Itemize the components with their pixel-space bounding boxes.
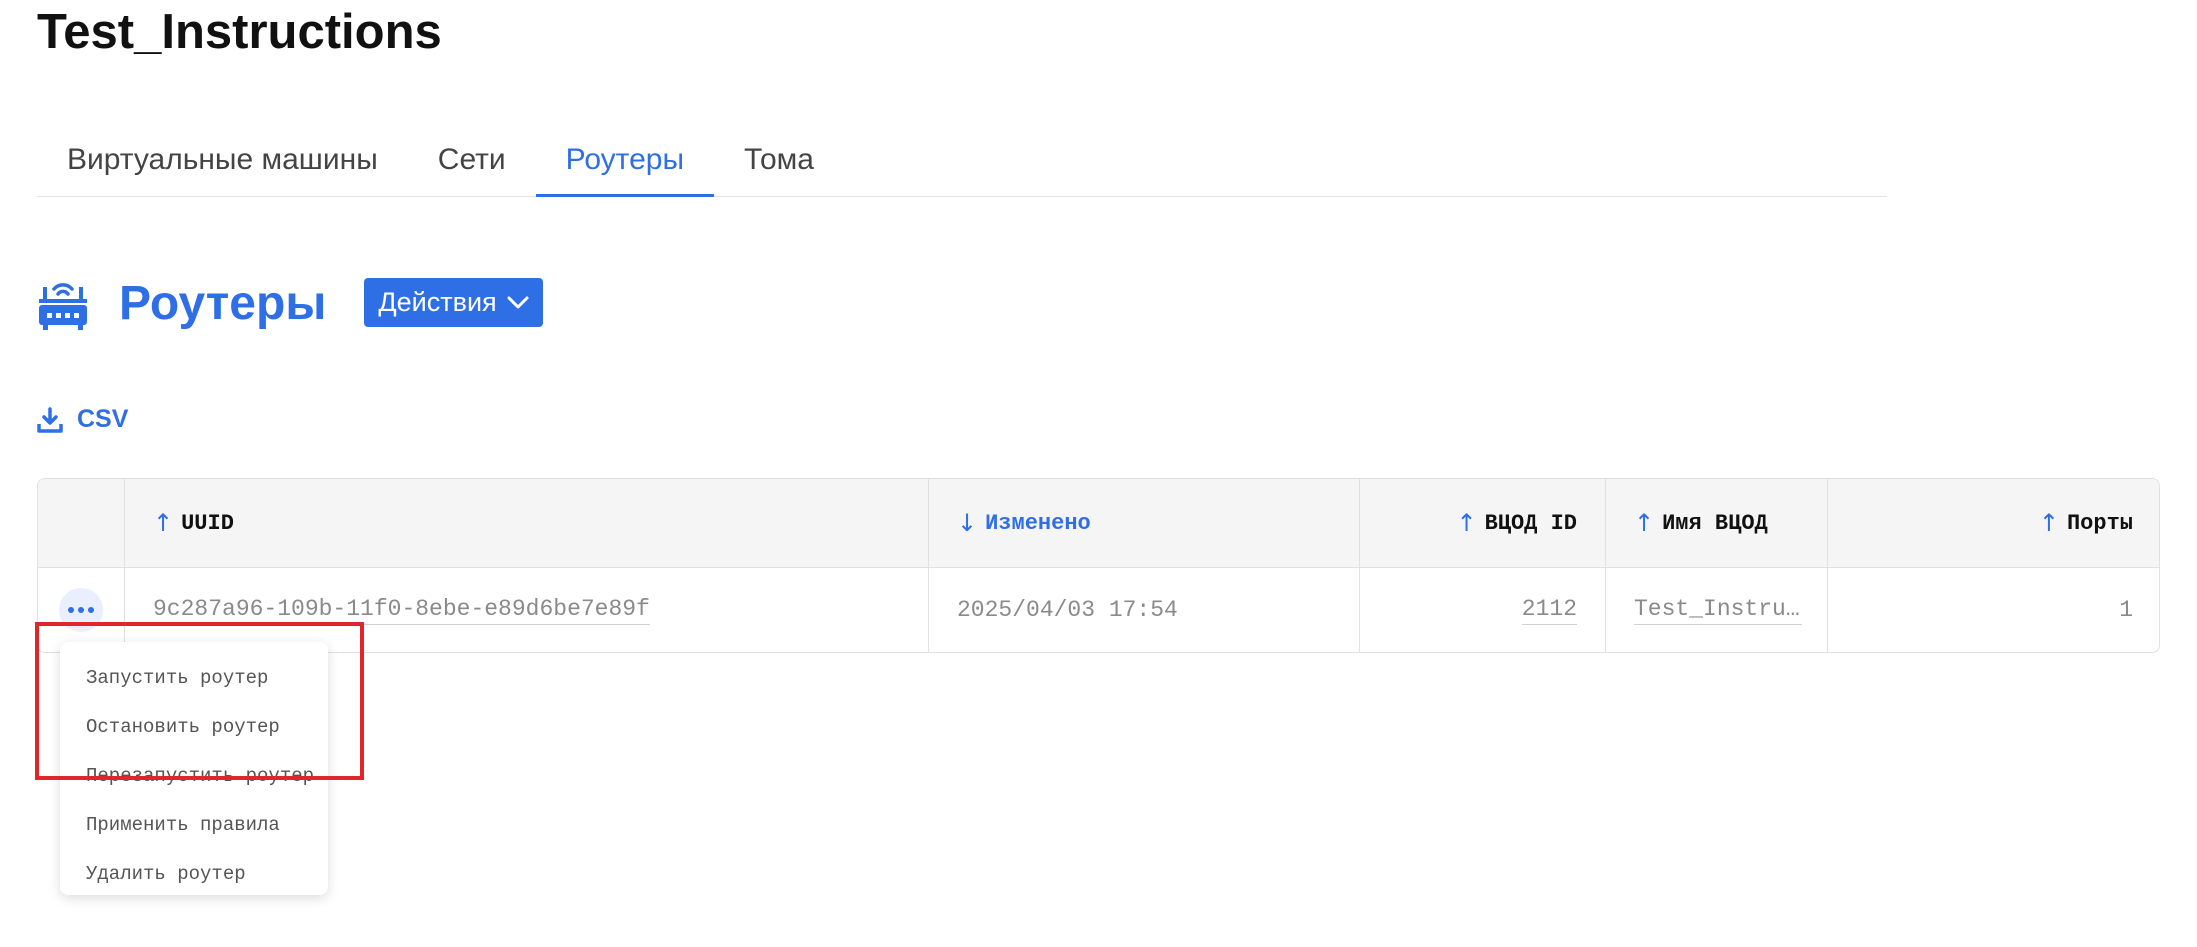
tab-networks[interactable]: Сети <box>408 128 536 196</box>
column-header-uuid[interactable]: ↑ UUID <box>125 479 929 567</box>
sort-asc-icon: ↑ <box>2038 509 2059 537</box>
uuid-link[interactable]: 9c287a96-109b-11f0-8ebe-e89d6be7e89f <box>153 596 650 625</box>
dot-icon <box>68 607 74 613</box>
modified-cell: 2025/04/03 17:54 <box>929 567 1360 652</box>
sort-asc-icon: ↑ <box>1634 509 1655 537</box>
vdc-name-cell: Test_Instructions <box>1606 567 1828 652</box>
tab-volumes[interactable]: Тома <box>714 128 844 196</box>
row-menu-button[interactable] <box>59 588 103 632</box>
sort-asc-icon: ↑ <box>1456 509 1477 537</box>
vdc-id-link[interactable]: 2112 <box>1521 596 1577 625</box>
actions-dropdown-button[interactable]: Действия <box>364 278 543 327</box>
csv-label: CSV <box>77 405 129 433</box>
column-label: Имя ВЦОД <box>1662 510 1768 536</box>
column-label: UUID <box>181 510 234 536</box>
router-icon <box>37 275 89 331</box>
column-header-actions <box>38 479 125 567</box>
column-label: Изменено <box>985 510 1091 536</box>
routers-table: ↑ UUID ↓ Изменено ↑ ВЦОД ID ↑ Имя ВЦОД ↑… <box>37 478 2160 653</box>
menu-item-apply-rules[interactable]: Применить правила <box>60 801 328 850</box>
chevron-down-icon <box>507 296 529 308</box>
vdc-id-cell: 2112 <box>1360 567 1606 652</box>
menu-item-start-router[interactable]: Запустить роутер <box>60 654 328 703</box>
column-header-ports[interactable]: ↑ Порты <box>1828 479 2159 567</box>
column-header-vdc-id[interactable]: ↑ ВЦОД ID <box>1360 479 1606 567</box>
dot-icon <box>88 607 94 613</box>
actions-label: Действия <box>378 287 497 317</box>
tab-bar: Виртуальные машины Сети Роутеры Тома <box>37 128 1887 197</box>
page-title: Test_Instructions <box>37 5 442 59</box>
tab-routers[interactable]: Роутеры <box>535 128 715 197</box>
section-header: Роутеры <box>37 273 326 333</box>
tab-virtual-machines[interactable]: Виртуальные машины <box>37 128 408 196</box>
column-label: Порты <box>2066 510 2133 536</box>
table-row: 9c287a96-109b-11f0-8ebe-e89d6be7e89f 202… <box>38 567 2159 652</box>
column-header-vdc-name[interactable]: ↑ Имя ВЦОД <box>1606 479 1828 567</box>
csv-export-link[interactable]: CSV <box>37 405 128 434</box>
column-header-modified[interactable]: ↓ Изменено <box>929 479 1360 567</box>
table-header: ↑ UUID ↓ Изменено ↑ ВЦОД ID ↑ Имя ВЦОД ↑… <box>38 479 2159 568</box>
dot-icon <box>78 607 84 613</box>
row-actions-menu: Запустить роутер Остановить роутер Перез… <box>60 642 328 895</box>
row-actions-cell <box>38 567 125 652</box>
uuid-cell: 9c287a96-109b-11f0-8ebe-e89d6be7e89f <box>125 567 929 652</box>
ports-cell: 1 <box>2119 597 2133 623</box>
menu-item-restart-router[interactable]: Перезапустить роутер <box>60 752 328 801</box>
vdc-name-link[interactable]: Test_Instructions <box>1634 596 1802 625</box>
menu-item-delete-router[interactable]: Удалить роутер <box>60 850 328 899</box>
download-icon <box>37 406 63 433</box>
sort-desc-icon: ↓ <box>957 509 978 537</box>
column-label: ВЦОД ID <box>1484 510 1577 536</box>
menu-item-stop-router[interactable]: Остановить роутер <box>60 703 328 752</box>
section-title: Роутеры <box>119 276 327 330</box>
sort-asc-icon: ↑ <box>153 509 174 537</box>
